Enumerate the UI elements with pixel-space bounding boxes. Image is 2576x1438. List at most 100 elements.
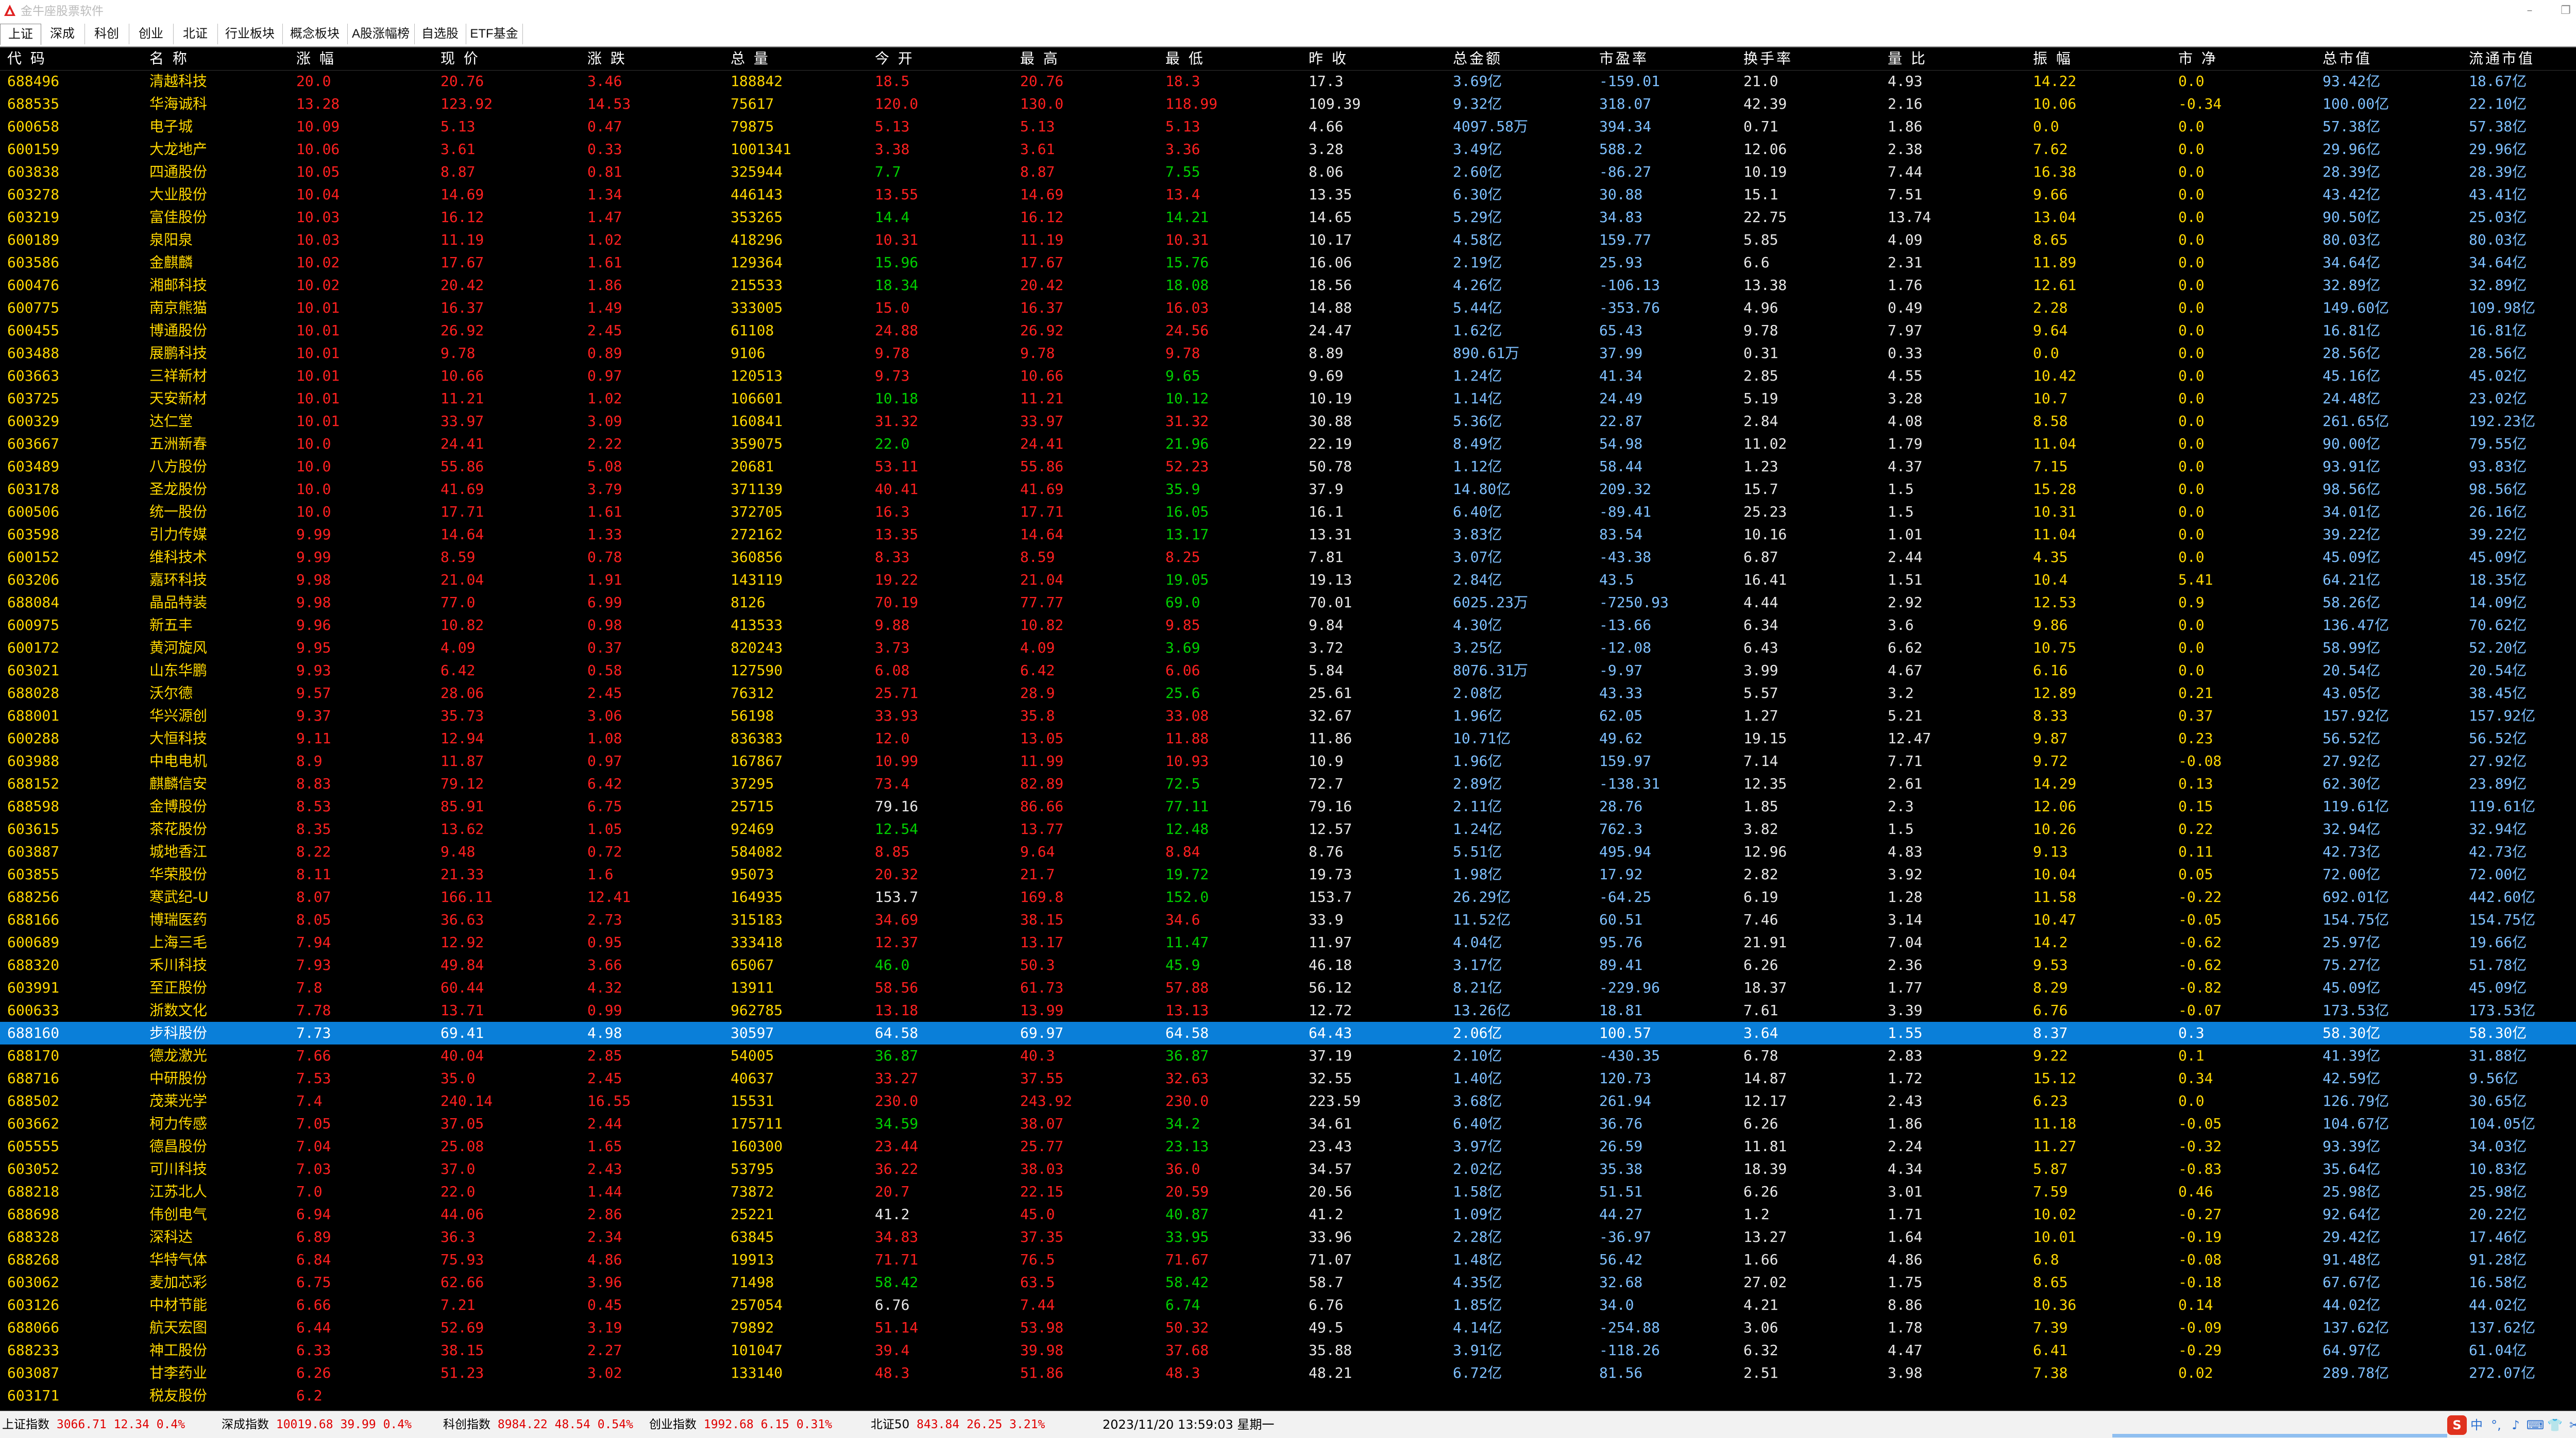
keyboard-icon[interactable]: ⌨ (2526, 1415, 2545, 1435)
column-header[interactable]: 今 开 (875, 47, 914, 70)
table-row[interactable]: 603663 三祥新材 10.01 10.66 0.97 120513 9.73 10.66 9… (0, 365, 2576, 387)
column-header[interactable]: 流通市值 (2469, 47, 2535, 70)
column-header[interactable]: 涨 跌 (587, 47, 627, 70)
table-row[interactable]: 603855 华荣股份 8.11 21.33 1.6 95073 20.32 21.7 19.7… (0, 863, 2576, 886)
tab-9[interactable]: ETF基金 (466, 24, 523, 44)
table-row[interactable]: 600159 大龙地产 10.06 3.61 0.33 1001341 3.38 3.61 3.… (0, 138, 2576, 161)
table-row[interactable]: 688166 博瑞医药 8.05 36.63 2.73 315183 34.69 38.15 3… (0, 909, 2576, 931)
table-row[interactable]: 688256 寒武纪-U 8.07 166.11 12.41 164935 153.7 169… (0, 886, 2576, 909)
column-header[interactable]: 涨 幅 (296, 47, 336, 70)
table-row[interactable]: 603052 可川科技 7.03 37.0 2.43 53795 36.22 38.03 36.… (0, 1158, 2576, 1180)
index-quote[interactable]: 深成指数 10019.68 39.99 0.4% (222, 1411, 412, 1438)
table-row[interactable]: 688066 航天宏图 6.44 52.69 3.19 79892 51.14 53.98 50… (0, 1316, 2576, 1339)
microphone-icon[interactable]: ♪ (2506, 1415, 2526, 1435)
table-row[interactable]: 603178 圣龙股份 10.0 41.69 3.79 371139 40.41 41.69 3… (0, 478, 2576, 501)
punctuation-icon[interactable]: °, (2486, 1415, 2506, 1435)
toolbox-icon[interactable]: ✂ (2565, 1415, 2576, 1435)
table-row[interactable]: 603615 茶花股份 8.35 13.62 1.05 92469 12.54 13.77 12… (0, 818, 2576, 841)
table-row[interactable]: 688328 深科达 6.89 36.3 2.34 63845 34.83 37.35 33.9… (0, 1226, 2576, 1248)
table-row[interactable]: 603662 柯力传感 7.05 37.05 2.44 175711 34.59 38.07 3… (0, 1112, 2576, 1135)
tab-4[interactable]: 北证 (173, 24, 218, 44)
table-row[interactable]: 600152 维科技术 9.99 8.59 0.78 360856 8.33 8.59 8.25… (0, 546, 2576, 569)
column-header[interactable]: 总金额 (1453, 47, 1502, 70)
table-row[interactable]: 688320 禾川科技 7.93 49.84 3.66 65067 46.0 50.3 45.9… (0, 954, 2576, 977)
table-row[interactable]: 603887 城地香江 8.22 9.48 0.72 584082 8.85 9.64 8.84… (0, 841, 2576, 863)
column-header[interactable]: 现 价 (440, 47, 480, 70)
skin-icon[interactable]: 👕 (2545, 1415, 2565, 1435)
table-row[interactable]: 600689 上海三毛 7.94 12.92 0.95 333418 12.37 13.17 1… (0, 931, 2576, 954)
table-row[interactable]: 603087 甘李药业 6.26 51.23 3.02 133140 48.3 51.86 48… (0, 1362, 2576, 1384)
quote-table[interactable]: 代 码 名 称 涨 幅 现 价 涨 跌 总 量 今 开 最 高 最 低 昨 收 总金额 市盈率 换手率 量… (0, 47, 2576, 1411)
table-row[interactable]: 688152 麒麟信安 8.83 79.12 6.42 37295 73.4 82.89 72.… (0, 773, 2576, 795)
tab-3[interactable]: 创业 (129, 24, 174, 44)
column-header[interactable]: 名 称 (149, 47, 189, 70)
column-header[interactable]: 代 码 (7, 47, 47, 70)
table-row[interactable]: 600476 湘邮科技 10.02 20.42 1.86 215533 18.34 20.42… (0, 274, 2576, 297)
table-row[interactable]: 603219 富佳股份 10.03 16.12 1.47 353265 14.4 16.12 1… (0, 206, 2576, 229)
column-header[interactable]: 振 幅 (2033, 47, 2073, 70)
table-row[interactable]: 605555 德昌股份 7.04 25.08 1.65 160300 23.44 25.77 2… (0, 1135, 2576, 1158)
table-row[interactable]: 600775 南京熊猫 10.01 16.37 1.49 333005 15.0 16.37 1… (0, 297, 2576, 319)
table-row[interactable]: 603126 中材节能 6.66 7.21 0.45 257054 6.76 7.44 6.74… (0, 1294, 2576, 1316)
ime-mode-label[interactable]: 中 (2467, 1415, 2486, 1435)
table-row[interactable]: 603171 税友股份 6.2 (0, 1384, 2576, 1407)
table-row[interactable]: 688001 华兴源创 9.37 35.73 3.06 56198 33.93 35.8 33.… (0, 705, 2576, 727)
table-row[interactable]: 688268 华特气体 6.84 75.93 4.86 19913 71.71 76.5 71.… (0, 1248, 2576, 1271)
index-quote[interactable]: 创业指数 1992.68 6.15 0.31% (649, 1411, 832, 1438)
table-row[interactable]: 603838 四通股份 10.05 8.87 0.81 325944 7.7 8.87 7.55… (0, 161, 2576, 183)
restore-icon[interactable]: ❐ (2555, 2, 2576, 20)
table-row[interactable]: 600658 电子城 10.09 5.13 0.47 79875 5.13 5.13 5.13 4… (0, 115, 2576, 138)
column-header[interactable]: 最 高 (1020, 47, 1060, 70)
table-row[interactable]: 600506 统一股份 10.0 17.71 1.61 372705 16.3 17.71 16… (0, 501, 2576, 523)
table-row[interactable]: 603488 展鹏科技 10.01 9.78 0.89 9106 9.78 9.78 9.78 8… (0, 342, 2576, 365)
table-row[interactable]: 688233 神工股份 6.33 38.15 2.27 101047 39.4 39.98 37… (0, 1339, 2576, 1362)
table-row[interactable]: 688084 晶品特装 9.98 77.0 6.99 8126 70.19 77.77 69.0… (0, 591, 2576, 614)
table-row[interactable]: 688160 步科股份 7.73 69.41 4.98 30597 64.58 69.97 64… (0, 1022, 2576, 1045)
table-row[interactable]: 603021 山东华鹏 9.93 6.42 0.58 127590 6.08 6.42 6.06… (0, 659, 2576, 682)
table-row[interactable]: 688716 中研股份 7.53 35.0 2.45 40637 33.27 37.55 32.… (0, 1067, 2576, 1090)
table-row[interactable]: 603278 大业股份 10.04 14.69 1.34 446143 13.55 14.69… (0, 183, 2576, 206)
table-row[interactable]: 603206 嘉环科技 9.98 21.04 1.91 143119 19.22 21.04 1… (0, 569, 2576, 591)
column-header[interactable]: 昨 收 (1309, 47, 1348, 70)
index-quote[interactable]: 科创指数 8984.22 48.54 0.54% (443, 1411, 633, 1438)
minimize-icon[interactable]: – (2519, 2, 2540, 20)
table-row[interactable]: 600633 浙数文化 7.78 13.71 0.99 962785 13.18 13.99 1… (0, 999, 2576, 1022)
index-quote[interactable]: 北证50 843.84 26.25 3.21% (871, 1411, 1045, 1438)
table-row[interactable]: 688598 金博股份 8.53 85.91 6.75 25715 79.16 86.66 77… (0, 795, 2576, 818)
table-row[interactable]: 603988 中电电机 8.9 11.87 0.97 167867 10.99 11.99 10… (0, 750, 2576, 773)
table-row[interactable]: 688170 德龙激光 7.66 40.04 2.85 54005 36.87 40.3 36.… (0, 1045, 2576, 1067)
tab-0[interactable]: 上证 (0, 24, 41, 45)
tab-1[interactable]: 深成 (40, 24, 85, 44)
column-header[interactable]: 换手率 (1743, 47, 1793, 70)
tab-5[interactable]: 行业板块 (217, 24, 283, 44)
table-row[interactable]: 688535 华海诚科 13.28 123.92 14.53 75617 120.0 130.… (0, 93, 2576, 115)
tab-8[interactable]: 自选股 (414, 24, 466, 44)
tab-6[interactable]: 概念板块 (282, 24, 348, 44)
sogou-ime-icon[interactable]: S (2447, 1415, 2467, 1435)
table-row[interactable]: 600455 博通股份 10.01 26.92 2.45 61108 24.88 26.92 2… (0, 319, 2576, 342)
table-row[interactable]: 603991 至正股份 7.8 60.44 4.32 13911 58.56 61.73 57.… (0, 977, 2576, 999)
column-header[interactable]: 总 量 (731, 47, 770, 70)
table-row[interactable]: 600288 大恒科技 9.11 12.94 1.08 836383 12.0 13.05 11… (0, 727, 2576, 750)
column-header[interactable]: 最 低 (1165, 47, 1205, 70)
table-row[interactable]: 603586 金麒麟 10.02 17.67 1.61 129364 15.96 17.67 1… (0, 251, 2576, 274)
column-header[interactable]: 市 净 (2178, 47, 2218, 70)
column-header[interactable]: 市盈率 (1599, 47, 1649, 70)
tab-7[interactable]: A股涨幅榜 (347, 24, 415, 44)
table-row[interactable]: 688218 江苏北人 7.0 22.0 1.44 73872 20.7 22.15 20.59… (0, 1180, 2576, 1203)
column-header[interactable]: 总市值 (2323, 47, 2372, 70)
table-row[interactable]: 600975 新五丰 9.96 10.82 0.98 413533 9.88 10.82 9.8… (0, 614, 2576, 637)
table-row[interactable]: 603489 八方股份 10.0 55.86 5.08 20681 53.11 55.86 52… (0, 455, 2576, 478)
table-row[interactable]: 688496 清越科技 20.0 20.76 3.46 188842 18.5 20.76 18… (0, 70, 2576, 93)
table-row[interactable]: 603667 五洲新春 10.0 24.41 2.22 359075 22.0 24.41 21… (0, 433, 2576, 455)
column-header[interactable]: 量 比 (1888, 47, 1927, 70)
table-row[interactable]: 600189 泉阳泉 10.03 11.19 1.02 418296 10.31 11.19 1… (0, 229, 2576, 251)
table-row[interactable]: 600329 达仁堂 10.01 33.97 3.09 160841 31.32 33.97 3… (0, 410, 2576, 433)
tab-2[interactable]: 科创 (84, 24, 129, 44)
index-quote[interactable]: 上证指数 3066.71 12.34 0.4% (2, 1411, 185, 1438)
table-row[interactable]: 603062 麦加芯彩 6.75 62.66 3.96 71498 58.42 63.5 58.… (0, 1271, 2576, 1294)
table-row[interactable]: 688502 茂莱光学 7.4 240.14 16.55 15531 230.0 243.92… (0, 1090, 2576, 1112)
table-row[interactable]: 600172 黄河旋风 9.95 4.09 0.37 820243 3.73 4.09 3.69… (0, 637, 2576, 659)
table-row[interactable]: 688028 沃尔德 9.57 28.06 2.45 76312 25.71 28.9 25.6… (0, 682, 2576, 705)
table-row[interactable]: 603725 天安新材 10.01 11.21 1.02 106601 10.18 11.21… (0, 387, 2576, 410)
